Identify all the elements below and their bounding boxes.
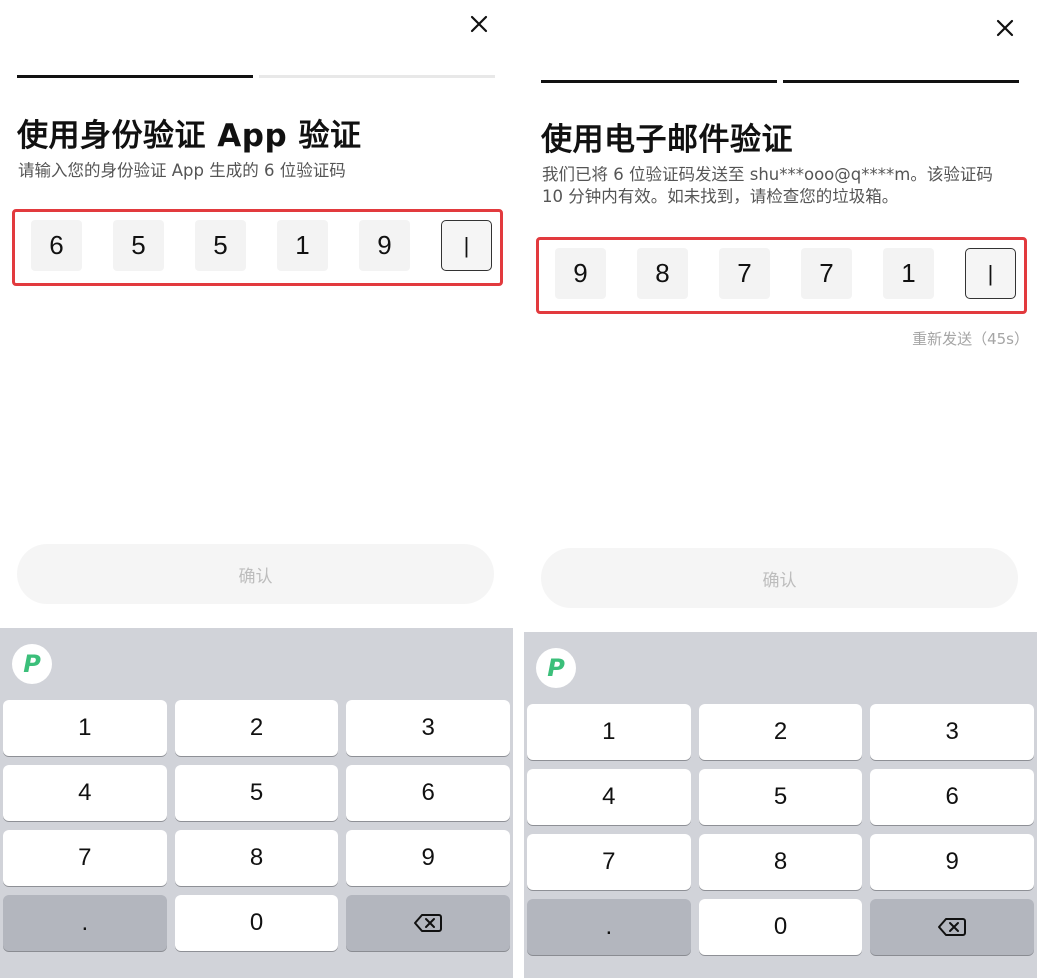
code-digit-1[interactable]: 9 bbox=[555, 248, 606, 299]
code-digit-5[interactable]: 1 bbox=[883, 248, 934, 299]
page-subtitle: 请输入您的身份验证 App 生成的 6 位验证码 bbox=[18, 161, 346, 180]
key-2[interactable]: 2 bbox=[698, 704, 863, 760]
key-7[interactable]: 7 bbox=[527, 834, 691, 890]
confirm-button[interactable]: 确认 bbox=[541, 548, 1018, 608]
progress-step-2 bbox=[783, 80, 1019, 83]
backspace-icon[interactable] bbox=[870, 899, 1034, 955]
code-digit-2[interactable]: 8 bbox=[637, 248, 688, 299]
page-title: 使用身份验证 App 验证 bbox=[17, 118, 362, 154]
key-7[interactable]: 7 bbox=[3, 830, 167, 886]
verification-code-input[interactable]: 6 5 5 1 9 | bbox=[12, 209, 503, 286]
numeric-keyboard: P 1 2 3 4 5 6 7 8 9 . 0 bbox=[524, 632, 1037, 978]
screen-divider bbox=[513, 0, 524, 978]
key-1[interactable]: 1 bbox=[527, 704, 691, 760]
backspace-icon[interactable] bbox=[346, 895, 510, 951]
key-3[interactable]: 3 bbox=[346, 700, 510, 756]
key-4[interactable]: 4 bbox=[3, 765, 167, 821]
key-6[interactable]: 6 bbox=[870, 769, 1034, 825]
code-digit-2[interactable]: 5 bbox=[113, 220, 164, 271]
keyboard-logo-icon[interactable]: P bbox=[536, 648, 576, 688]
confirm-button[interactable]: 确认 bbox=[17, 544, 494, 604]
authenticator-app-screen: 使用身份验证 App 验证 请输入您的身份验证 App 生成的 6 位验证码 6… bbox=[0, 0, 513, 978]
key-4[interactable]: 4 bbox=[527, 769, 691, 825]
key-8[interactable]: 8 bbox=[174, 830, 339, 886]
progress-step-2 bbox=[259, 75, 495, 78]
code-digit-6-cursor[interactable]: | bbox=[441, 220, 492, 271]
key-dot[interactable]: . bbox=[527, 899, 691, 955]
key-5[interactable]: 5 bbox=[174, 765, 339, 821]
code-digit-5[interactable]: 9 bbox=[359, 220, 410, 271]
keyboard-logo-text: P bbox=[547, 654, 565, 682]
page-title: 使用电子邮件验证 bbox=[541, 122, 793, 158]
key-2[interactable]: 2 bbox=[174, 700, 339, 756]
keyboard-logo-icon[interactable]: P bbox=[12, 644, 52, 684]
close-icon[interactable] bbox=[991, 14, 1019, 42]
code-digit-4[interactable]: 7 bbox=[801, 248, 852, 299]
code-digit-1[interactable]: 6 bbox=[31, 220, 82, 271]
resend-countdown[interactable]: 重新发送（45s） bbox=[912, 328, 1029, 349]
progress-step-1 bbox=[541, 80, 777, 83]
page-subtitle: 我们已将 6 位验证码发送至 shu***ooo@q****m。该验证码 10 … bbox=[542, 165, 993, 206]
key-9[interactable]: 9 bbox=[870, 834, 1034, 890]
progress-step-1 bbox=[17, 75, 253, 78]
email-verification-screen: 使用电子邮件验证 我们已将 6 位验证码发送至 shu***ooo@q****m… bbox=[524, 4, 1037, 978]
key-0[interactable]: 0 bbox=[174, 895, 339, 951]
key-1[interactable]: 1 bbox=[3, 700, 167, 756]
code-digit-3[interactable]: 5 bbox=[195, 220, 246, 271]
code-digit-6-cursor[interactable]: | bbox=[965, 248, 1016, 299]
numeric-keyboard: P 1 2 3 4 5 6 7 8 9 . 0 bbox=[0, 628, 513, 978]
close-icon[interactable] bbox=[465, 10, 493, 38]
key-6[interactable]: 6 bbox=[346, 765, 510, 821]
key-9[interactable]: 9 bbox=[346, 830, 510, 886]
key-3[interactable]: 3 bbox=[870, 704, 1034, 760]
step-progress bbox=[541, 80, 1019, 84]
key-5[interactable]: 5 bbox=[698, 769, 863, 825]
key-0[interactable]: 0 bbox=[698, 899, 863, 955]
key-dot[interactable]: . bbox=[3, 895, 167, 951]
key-8[interactable]: 8 bbox=[698, 834, 863, 890]
step-progress bbox=[17, 75, 495, 79]
code-digit-3[interactable]: 7 bbox=[719, 248, 770, 299]
code-digit-4[interactable]: 1 bbox=[277, 220, 328, 271]
keyboard-logo-text: P bbox=[23, 650, 41, 678]
verification-code-input[interactable]: 9 8 7 7 1 | bbox=[536, 237, 1027, 314]
